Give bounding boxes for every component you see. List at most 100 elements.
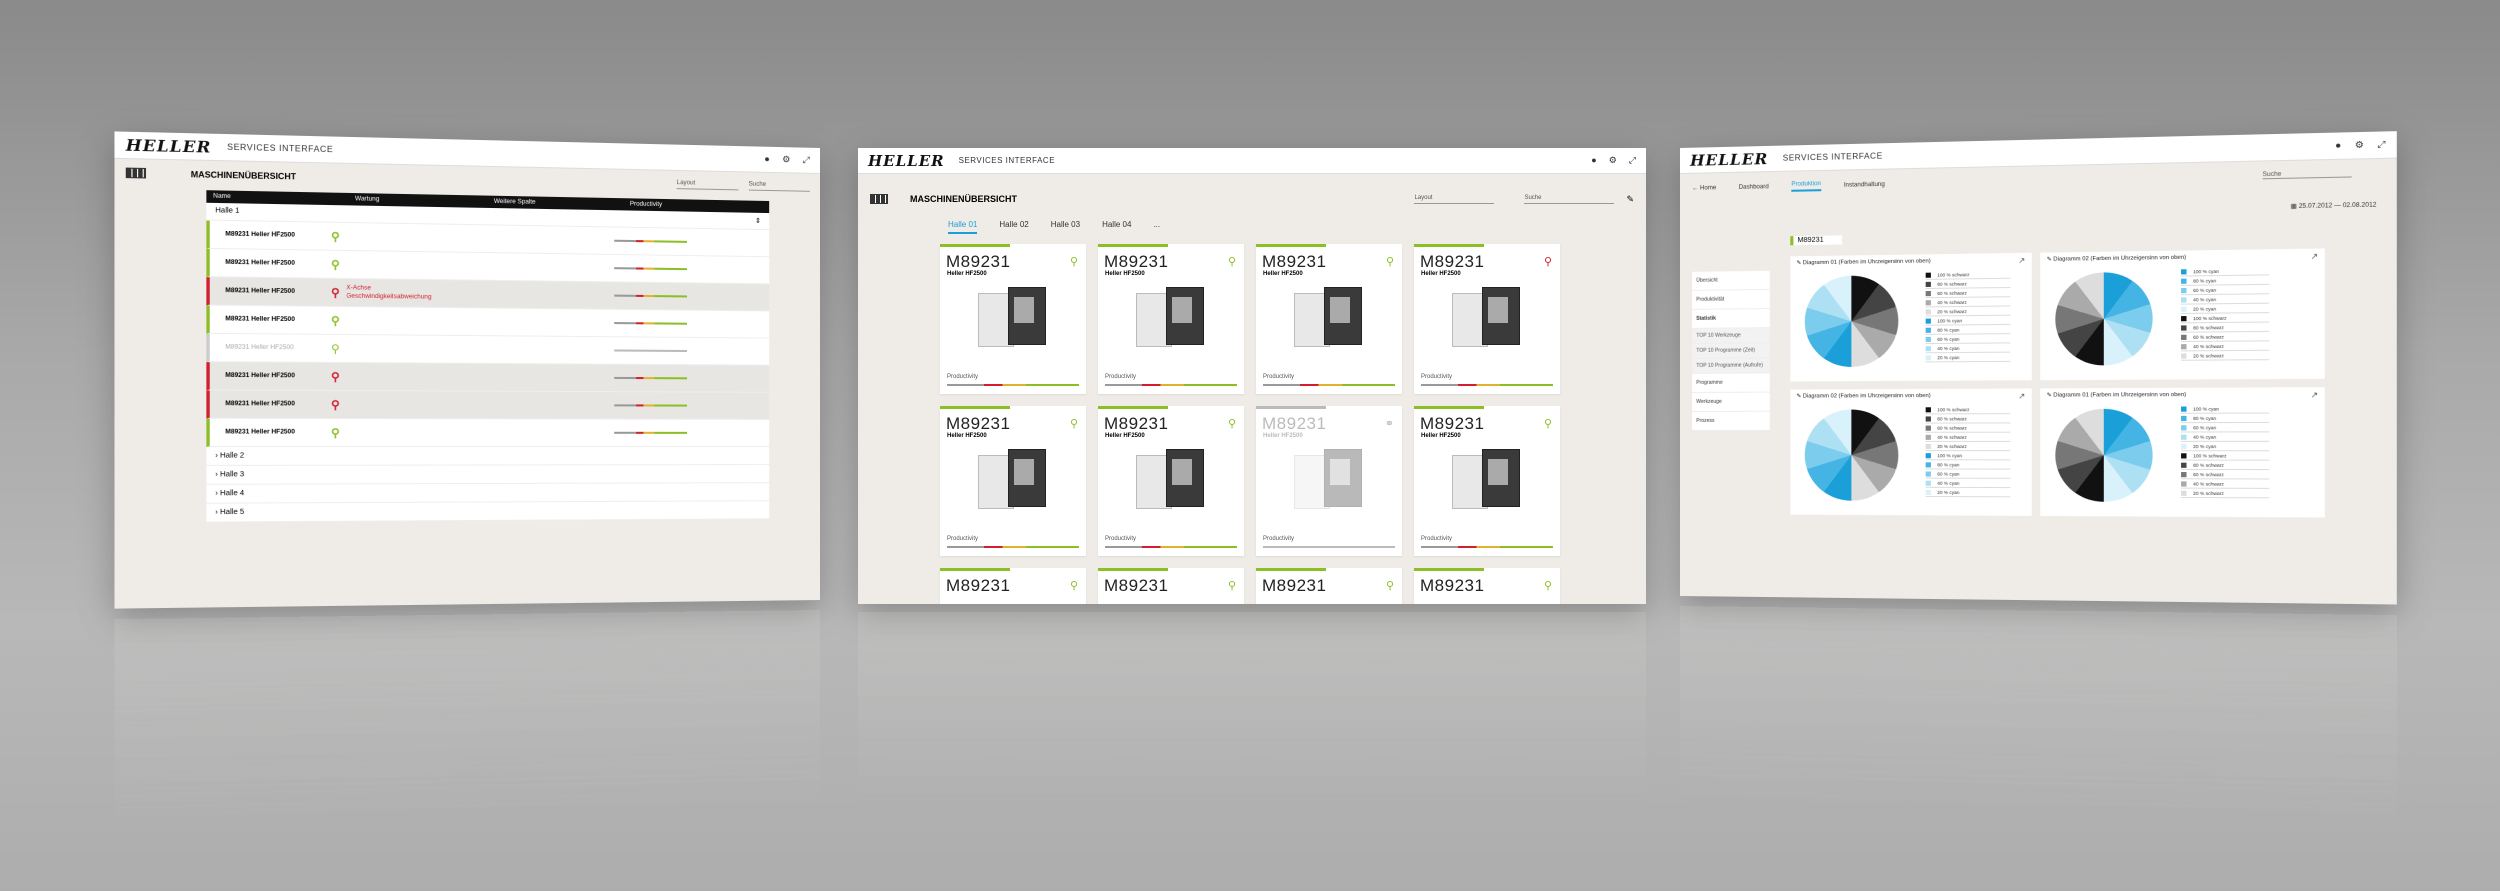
nav-dashboard[interactable]: Dashboard — [1739, 184, 1769, 191]
wrench-icon[interactable]: ⚲ — [1386, 255, 1394, 268]
machine-card[interactable]: M89231 ⚲ — [1256, 568, 1402, 604]
menu-item[interactable]: Prozess — [1692, 411, 1770, 431]
machine-id: M89231 — [1262, 414, 1327, 433]
user-icon[interactable]: ● — [764, 154, 770, 165]
legend-swatch — [1925, 308, 1931, 314]
wrench-icon[interactable]: ⚲ — [1544, 417, 1552, 430]
legend-item: 20 % cyan — [1925, 352, 2011, 363]
menu-item[interactable]: Programme — [1692, 373, 1770, 393]
back-link[interactable]: ← Home — [1692, 185, 1716, 191]
view-toggle-icon[interactable] — [125, 167, 147, 179]
wrench-icon[interactable]: ⚲ — [1544, 255, 1552, 268]
layout-select[interactable]: Layout — [676, 179, 739, 190]
menu-item[interactable]: Übersicht — [1692, 270, 1770, 291]
gear-icon[interactable]: ⚙ — [1609, 155, 1617, 166]
machine-card[interactable]: M89231 Heller HF2500 Productivity ⚲ — [1414, 406, 1560, 556]
nav-instandhaltung[interactable]: Instandhaltung — [1844, 182, 1885, 189]
nav-produktion[interactable]: Produktion — [1791, 181, 1822, 192]
wrench-icon[interactable]: ⚲ — [324, 285, 346, 300]
column-header[interactable]: Weitere Spalte — [494, 199, 630, 208]
wrench-icon[interactable]: ⚲ — [1386, 579, 1394, 592]
search-input[interactable]: Suche — [1524, 195, 1615, 204]
table-row[interactable]: M89231 Heller HF2500 ⚲ — [206, 390, 770, 420]
wrench-icon[interactable]: ⚲ — [1228, 579, 1236, 592]
menu-item[interactable]: TOP 10 Programme (Zeit) — [1692, 343, 1770, 359]
machine-card[interactable]: M89231 ⚲ — [1098, 568, 1244, 604]
chart-panels: ✎ Diagramm 01 (Farben im Uhrzeigersinn v… — [1790, 248, 2325, 518]
tab-hall[interactable]: Halle 04 — [1102, 220, 1131, 234]
machine-card[interactable]: M89231 Heller HF2500 Productivity ⚲ — [1098, 244, 1244, 394]
wrench-icon[interactable]: ⚲ — [1070, 255, 1078, 268]
table-row[interactable]: M89231 Heller HF2500 ⚲ — [206, 333, 770, 366]
tab-hall[interactable]: Halle 02 — [999, 220, 1028, 234]
machine-card[interactable]: M89231 Heller HF2500 Productivity ⚲ — [1414, 244, 1560, 394]
tab-hall[interactable]: ... — [1153, 220, 1160, 234]
gear-icon[interactable]: ⚙ — [2355, 139, 2364, 151]
wrench-icon[interactable]: ⚲ — [324, 426, 346, 440]
wrench-icon[interactable]: ⚲ — [1070, 579, 1078, 592]
menu-item[interactable]: Werkzeuge — [1692, 392, 1770, 412]
fullscreen-icon[interactable]: ⤢ — [803, 155, 810, 166]
machine-card[interactable]: M89231 ⚲ — [940, 568, 1086, 604]
column-header[interactable]: Name — [213, 193, 355, 202]
wrench-icon[interactable]: ⚲ — [324, 342, 346, 356]
expand-icon[interactable]: ↗ — [2311, 252, 2318, 262]
wrench-icon[interactable]: ⚲ — [1228, 255, 1236, 268]
edit-icon[interactable]: ✎ — [1626, 194, 1634, 205]
column-header[interactable]: Productivity — [630, 201, 763, 210]
wrench-icon[interactable]: ⚲ — [324, 398, 346, 412]
fullscreen-icon[interactable]: ⤢ — [2377, 139, 2385, 151]
machine-type: Heller HF2500 — [1105, 433, 1145, 439]
wrench-icon[interactable]: ⚲ — [324, 257, 346, 272]
user-icon[interactable]: ● — [2335, 140, 2341, 152]
search-input[interactable]: Suche — [748, 181, 810, 192]
table-rows: M89231 Heller HF2500 ⚲ M89231 Heller HF250… — [206, 220, 770, 448]
fullscreen-icon[interactable]: ⤢ — [1629, 155, 1636, 166]
expand-icon[interactable]: ↗ — [2018, 256, 2025, 265]
legend-item: 40 % schwarz — [2181, 479, 2270, 489]
legend-swatch — [2181, 306, 2187, 312]
chart-title: ✎ Diagramm 01 (Farben im Uhrzeigersinn v… — [1796, 258, 1931, 267]
wrench-icon[interactable]: ⚲ — [1070, 417, 1078, 430]
tab-hall[interactable]: Halle 03 — [1051, 220, 1080, 234]
sort-icon[interactable]: ⇕ — [755, 217, 761, 225]
wrench-icon[interactable]: ⚲ — [324, 370, 346, 384]
menu-item[interactable]: TOP 10 Werkzeuge — [1692, 328, 1770, 344]
machine-name: M89231 Heller HF2500 — [225, 231, 295, 239]
wrench-icon[interactable]: ⚲ — [324, 314, 346, 328]
machine-select[interactable]: M89231 — [1790, 235, 1843, 246]
wrench-icon[interactable]: ⚲ — [1228, 417, 1236, 430]
expand-icon[interactable]: ↗ — [2018, 392, 2025, 401]
gear-icon[interactable]: ⚙ — [782, 154, 790, 165]
table-row[interactable]: M89231 Heller HF2500 ⚲ — [206, 418, 770, 448]
status-strip — [1256, 244, 1326, 247]
expand-icon[interactable]: ↗ — [2311, 390, 2318, 399]
wrench-icon[interactable]: ⚲ — [1544, 579, 1552, 592]
date-range[interactable]: ▦ 25.07.2012 — 02.08.2012 — [2291, 201, 2377, 210]
group-row[interactable]: › Halle 2 — [206, 447, 770, 466]
menu-item[interactable]: TOP 10 Programme (Aufrufe) — [1692, 358, 1770, 374]
machine-card[interactable]: M89231 ⚲ — [1414, 568, 1560, 604]
menu-item[interactable]: Produktivität — [1692, 289, 1770, 310]
wrench-icon[interactable]: ⚲ — [324, 229, 346, 244]
app-name: SERVICES INTERFACE — [1782, 151, 1883, 163]
group-row[interactable]: › Halle 3 — [206, 465, 770, 485]
menu-item[interactable]: Statistik — [1692, 309, 1770, 329]
machine-card[interactable]: M89231 Heller HF2500 Productivity ⚲ — [940, 244, 1086, 394]
legend-swatch — [2181, 343, 2187, 349]
table-row[interactable]: M89231 Heller HF2500 ⚲ — [206, 362, 770, 393]
user-icon[interactable]: ● — [1591, 155, 1596, 166]
tab-hall[interactable]: Halle 01 — [948, 220, 978, 234]
productivity-label: Productivity — [1263, 536, 1295, 542]
machine-id: M89231 — [1420, 252, 1485, 271]
view-toggle-icon[interactable] — [870, 194, 888, 204]
offline-icon[interactable]: ⚭ — [1385, 417, 1394, 430]
status-strip — [1256, 406, 1326, 409]
machine-card[interactable]: M89231 Heller HF2500 Productivity ⚲ — [1098, 406, 1244, 556]
group-row[interactable]: › Halle 5 — [206, 501, 770, 523]
layout-select[interactable]: Layout — [1414, 195, 1495, 204]
machine-card[interactable]: M89231 Heller HF2500 Productivity ⚲ — [940, 406, 1086, 556]
machine-card[interactable]: M89231 Heller HF2500 Productivity ⚲ — [1256, 244, 1402, 394]
column-header[interactable]: Wartung — [355, 196, 494, 205]
machine-card[interactable]: M89231 Heller HF2500 Productivity ⚭ — [1256, 406, 1402, 556]
